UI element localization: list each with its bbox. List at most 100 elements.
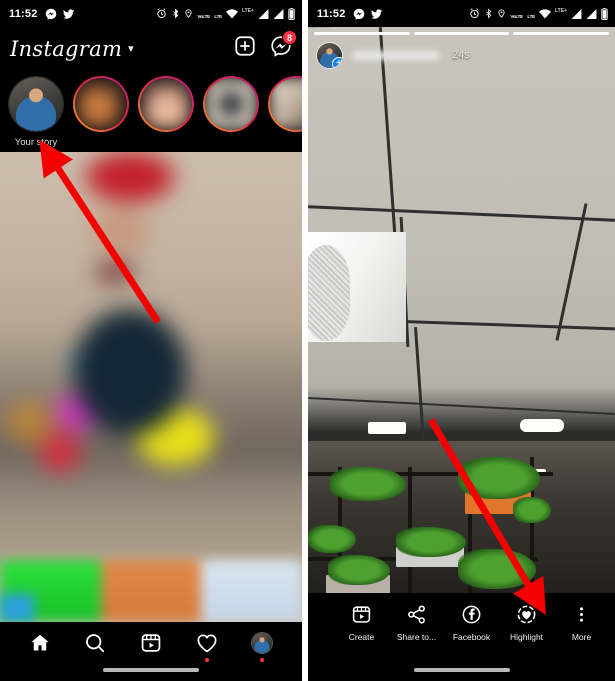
bottom-navigation — [0, 622, 302, 681]
avatar — [9, 77, 63, 131]
plant-foliage — [458, 549, 536, 589]
status-bar-left-icons — [353, 8, 383, 20]
story-item[interactable] — [203, 76, 259, 132]
story-ring — [203, 76, 259, 132]
stories-row[interactable]: Your story — [0, 70, 302, 152]
story-action-label: Facebook — [452, 632, 491, 642]
nav-activity-button[interactable] — [187, 624, 227, 662]
story-action-label: Highlight — [509, 632, 544, 642]
location-icon — [498, 9, 505, 18]
wifi-icon — [226, 8, 238, 18]
avatar — [270, 78, 302, 130]
story-media[interactable]: + 24s — [308, 27, 615, 681]
bluetooth-icon — [486, 8, 492, 19]
story-action-highlight[interactable]: Highlight — [499, 604, 554, 642]
lte-plus-icon: LTE+ — [242, 7, 254, 14]
story-your-story[interactable]: Your story — [8, 76, 64, 148]
feed-post-image[interactable] — [0, 152, 302, 622]
office-light — [520, 419, 564, 432]
wifi-icon — [539, 8, 551, 18]
create-reels-icon — [352, 606, 371, 623]
story-ring — [8, 76, 64, 132]
more-vertical-icon — [580, 607, 583, 622]
plant-foliage — [513, 497, 551, 523]
location-icon — [185, 9, 192, 18]
add-to-story-icon[interactable]: + — [332, 56, 342, 68]
nav-profile-button[interactable] — [242, 624, 282, 662]
plant-foliage — [308, 525, 356, 553]
story-progress-bars[interactable] — [314, 32, 610, 35]
story-action-label: Share to... — [396, 632, 437, 642]
status-bar-right-icons: VoLTE LTE LTE+ — [156, 5, 295, 23]
share-icon — [408, 605, 425, 624]
story-ring — [138, 76, 194, 132]
story-ring — [73, 76, 129, 132]
story-progress-segment — [513, 32, 610, 35]
gesture-home-indicator[interactable] — [103, 668, 199, 672]
profile-notification-dot — [260, 658, 265, 662]
gesture-home-indicator[interactable] — [413, 668, 510, 672]
volte-icon: VoLTE LTE — [197, 13, 222, 19]
story-item[interactable] — [138, 76, 194, 132]
messenger-icon — [353, 8, 364, 20]
story-action-facebook[interactable]: Facebook — [444, 604, 499, 642]
signal-1-icon — [258, 8, 269, 19]
feed-image-blue-patch — [0, 594, 34, 622]
add-post-icon[interactable] — [234, 35, 256, 62]
avatar — [140, 78, 192, 130]
left-phone-screen: 11:52 VoLTE LTE LTE+ Instagram ▾ 8 Your … — [0, 0, 302, 681]
status-bar-time: 11:52 — [317, 7, 346, 20]
avatar — [205, 78, 257, 130]
story-progress-segment — [413, 32, 510, 35]
nav-search-button[interactable] — [75, 624, 115, 662]
bluetooth-icon — [173, 8, 179, 19]
avatar — [75, 78, 127, 130]
profile-avatar — [251, 632, 274, 654]
status-bar: 11:52 VoLTE LTE LTE+ — [0, 0, 302, 27]
feed-image-content — [0, 152, 302, 622]
nav-reels-button[interactable] — [131, 624, 171, 662]
home-icon — [31, 634, 49, 651]
signal-2-icon — [273, 8, 284, 19]
battery-icon — [601, 7, 608, 20]
twitter-icon — [62, 8, 74, 19]
story-action-more[interactable]: More — [554, 604, 609, 642]
story-header: + 24s — [316, 40, 607, 70]
messenger-button[interactable]: 8 — [270, 30, 297, 62]
story-action-label: Create — [348, 632, 375, 642]
battery-icon — [288, 7, 295, 20]
messenger-badge: 8 — [282, 30, 297, 45]
signal-2-icon — [586, 8, 597, 19]
signal-1-icon — [571, 8, 582, 19]
twitter-icon — [370, 8, 382, 19]
chevron-down-icon[interactable]: ▾ — [128, 42, 134, 55]
plant-foliage — [330, 467, 406, 501]
facebook-icon — [462, 605, 481, 624]
alarm-icon — [157, 8, 166, 19]
highlight-heart-icon — [517, 605, 536, 624]
status-bar: 11:52 VoLTE LTE LTE+ — [308, 0, 615, 27]
nav-home-button[interactable] — [20, 624, 60, 662]
story-ring — [268, 76, 302, 132]
story-item[interactable] — [73, 76, 129, 132]
plant-foliage — [458, 457, 540, 499]
story-progress-segment — [314, 32, 410, 35]
ceiling-mesh-lamp — [308, 245, 350, 341]
story-item[interactable] — [268, 76, 302, 132]
messenger-icon — [45, 8, 56, 20]
page-title: Instagram — [10, 36, 123, 61]
screenshot-root: 11:52 VoLTE LTE LTE+ Instagram ▾ 8 Your … — [0, 0, 615, 681]
status-bar-right-icons: VoLTE LTE LTE+ — [469, 5, 608, 23]
plant-foliage — [328, 555, 390, 585]
story-avatar[interactable]: + — [316, 41, 343, 69]
search-icon — [86, 634, 105, 653]
story-action-create[interactable]: Create — [334, 604, 389, 642]
reels-icon — [141, 634, 161, 652]
story-username — [352, 50, 440, 60]
alarm-icon — [470, 8, 479, 19]
story-action-share[interactable]: Share to... — [389, 604, 444, 642]
right-phone-screen: 11:52 VoLTE LTE LTE+ + 24s Create Share … — [308, 0, 615, 681]
office-light — [368, 422, 406, 434]
feed-image-lower-band — [0, 560, 302, 622]
instagram-header: Instagram ▾ 8 — [0, 27, 302, 70]
